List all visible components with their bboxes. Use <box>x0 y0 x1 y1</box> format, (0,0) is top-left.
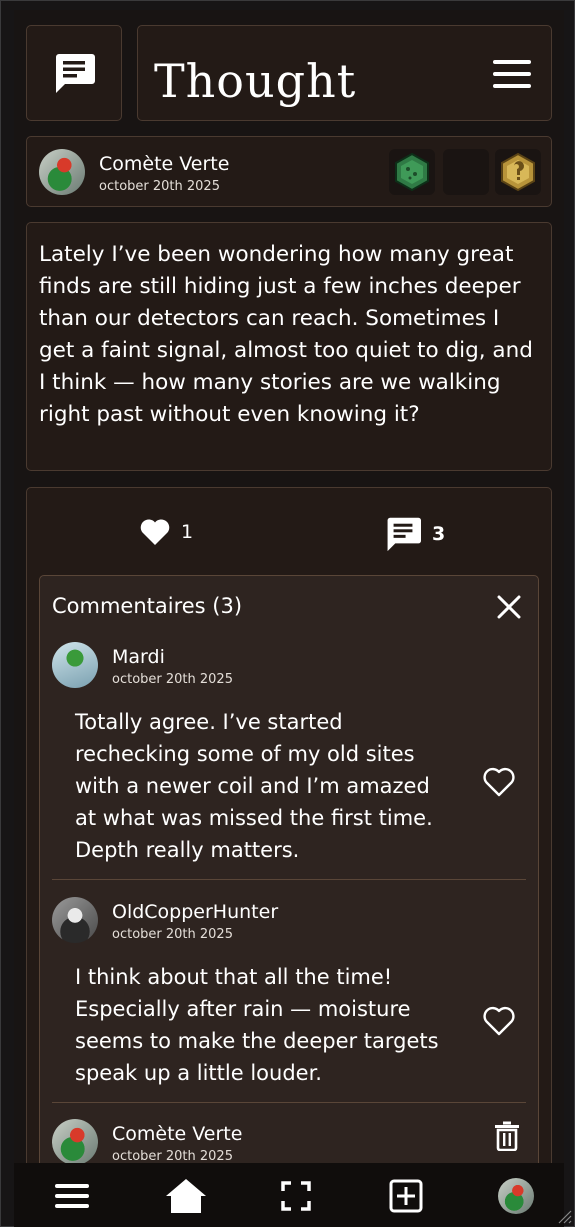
resize-grip-icon[interactable] <box>554 1206 572 1224</box>
like-button[interactable]: 1 <box>139 518 193 546</box>
comments-button[interactable]: 3 <box>384 516 445 552</box>
heart-icon <box>140 519 170 545</box>
commenter-name[interactable]: OldCopperHunter <box>112 901 278 923</box>
home-icon <box>166 1178 206 1213</box>
bottom-nav <box>14 1163 564 1227</box>
comment-count: 3 <box>432 523 446 545</box>
commenter-avatar[interactable] <box>52 1119 98 1165</box>
gold-badge-icon <box>495 149 541 195</box>
message-icon <box>56 54 95 93</box>
fullscreen-icon <box>281 1180 311 1211</box>
divider <box>52 1102 526 1103</box>
thoughts-button[interactable] <box>26 25 122 121</box>
comment-text: I think about that all the time! Especia… <box>75 965 439 1085</box>
comments-panel: Commentaires (3) Mardi october 20th 2025… <box>39 575 539 1227</box>
nav-fullscreen[interactable] <box>280 1163 312 1227</box>
header-bar: Thought <box>137 25 552 121</box>
post-text: Lately I’ve been wondering how many grea… <box>39 242 533 427</box>
comment-date: october 20th 2025 <box>112 927 233 942</box>
heart-outline-icon[interactable] <box>482 1005 516 1037</box>
add-icon <box>389 1179 423 1212</box>
green-badge-icon <box>389 149 435 195</box>
window-frame: Thought Comète Verte october 20th 2025 L… <box>0 0 575 1227</box>
commenter-name[interactable]: Comète Verte <box>112 1123 242 1145</box>
commenter-avatar[interactable] <box>52 897 98 943</box>
heart-outline-icon[interactable] <box>482 766 516 798</box>
commenter-avatar[interactable] <box>52 642 98 688</box>
author-name[interactable]: Comète Verte <box>99 153 229 175</box>
profile-avatar <box>498 1177 534 1214</box>
comment-item: OldCopperHunter october 20th 2025 I thin… <box>40 897 538 1097</box>
like-count: 1 <box>181 521 194 543</box>
comment-item: Mardi october 20th 2025 Totally agree. I… <box>40 642 538 878</box>
comment-date: october 20th 2025 <box>112 1149 233 1164</box>
hamburger-icon[interactable] <box>493 60 531 88</box>
comment-icon <box>387 517 421 552</box>
interactions-panel: 1 3 Commentaires (3) Mardi october 20th … <box>26 487 552 1227</box>
nav-add[interactable] <box>387 1163 425 1227</box>
nav-home[interactable] <box>164 1163 208 1227</box>
author-avatar[interactable] <box>39 149 85 195</box>
commenter-name[interactable]: Mardi <box>112 646 165 668</box>
page-title: Thought <box>154 54 357 108</box>
post-body: Lately I’ve been wondering how many grea… <box>26 222 552 471</box>
menu-icon <box>55 1183 89 1208</box>
nav-profile[interactable] <box>494 1163 538 1227</box>
post-author: Comète Verte october 20th 2025 <box>26 136 552 207</box>
nav-menu[interactable] <box>52 1163 92 1227</box>
comment-date: october 20th 2025 <box>112 672 233 687</box>
comments-title: Commentaires (3) <box>52 594 243 618</box>
divider <box>52 879 526 880</box>
app: Thought Comète Verte october 20th 2025 L… <box>14 10 564 1227</box>
post-date: october 20th 2025 <box>99 179 220 194</box>
trash-icon[interactable] <box>494 1121 520 1151</box>
comment-text: Totally agree. I’ve started rechecking s… <box>75 710 433 862</box>
close-icon[interactable] <box>496 594 522 620</box>
empty-badge-slot <box>443 149 489 195</box>
